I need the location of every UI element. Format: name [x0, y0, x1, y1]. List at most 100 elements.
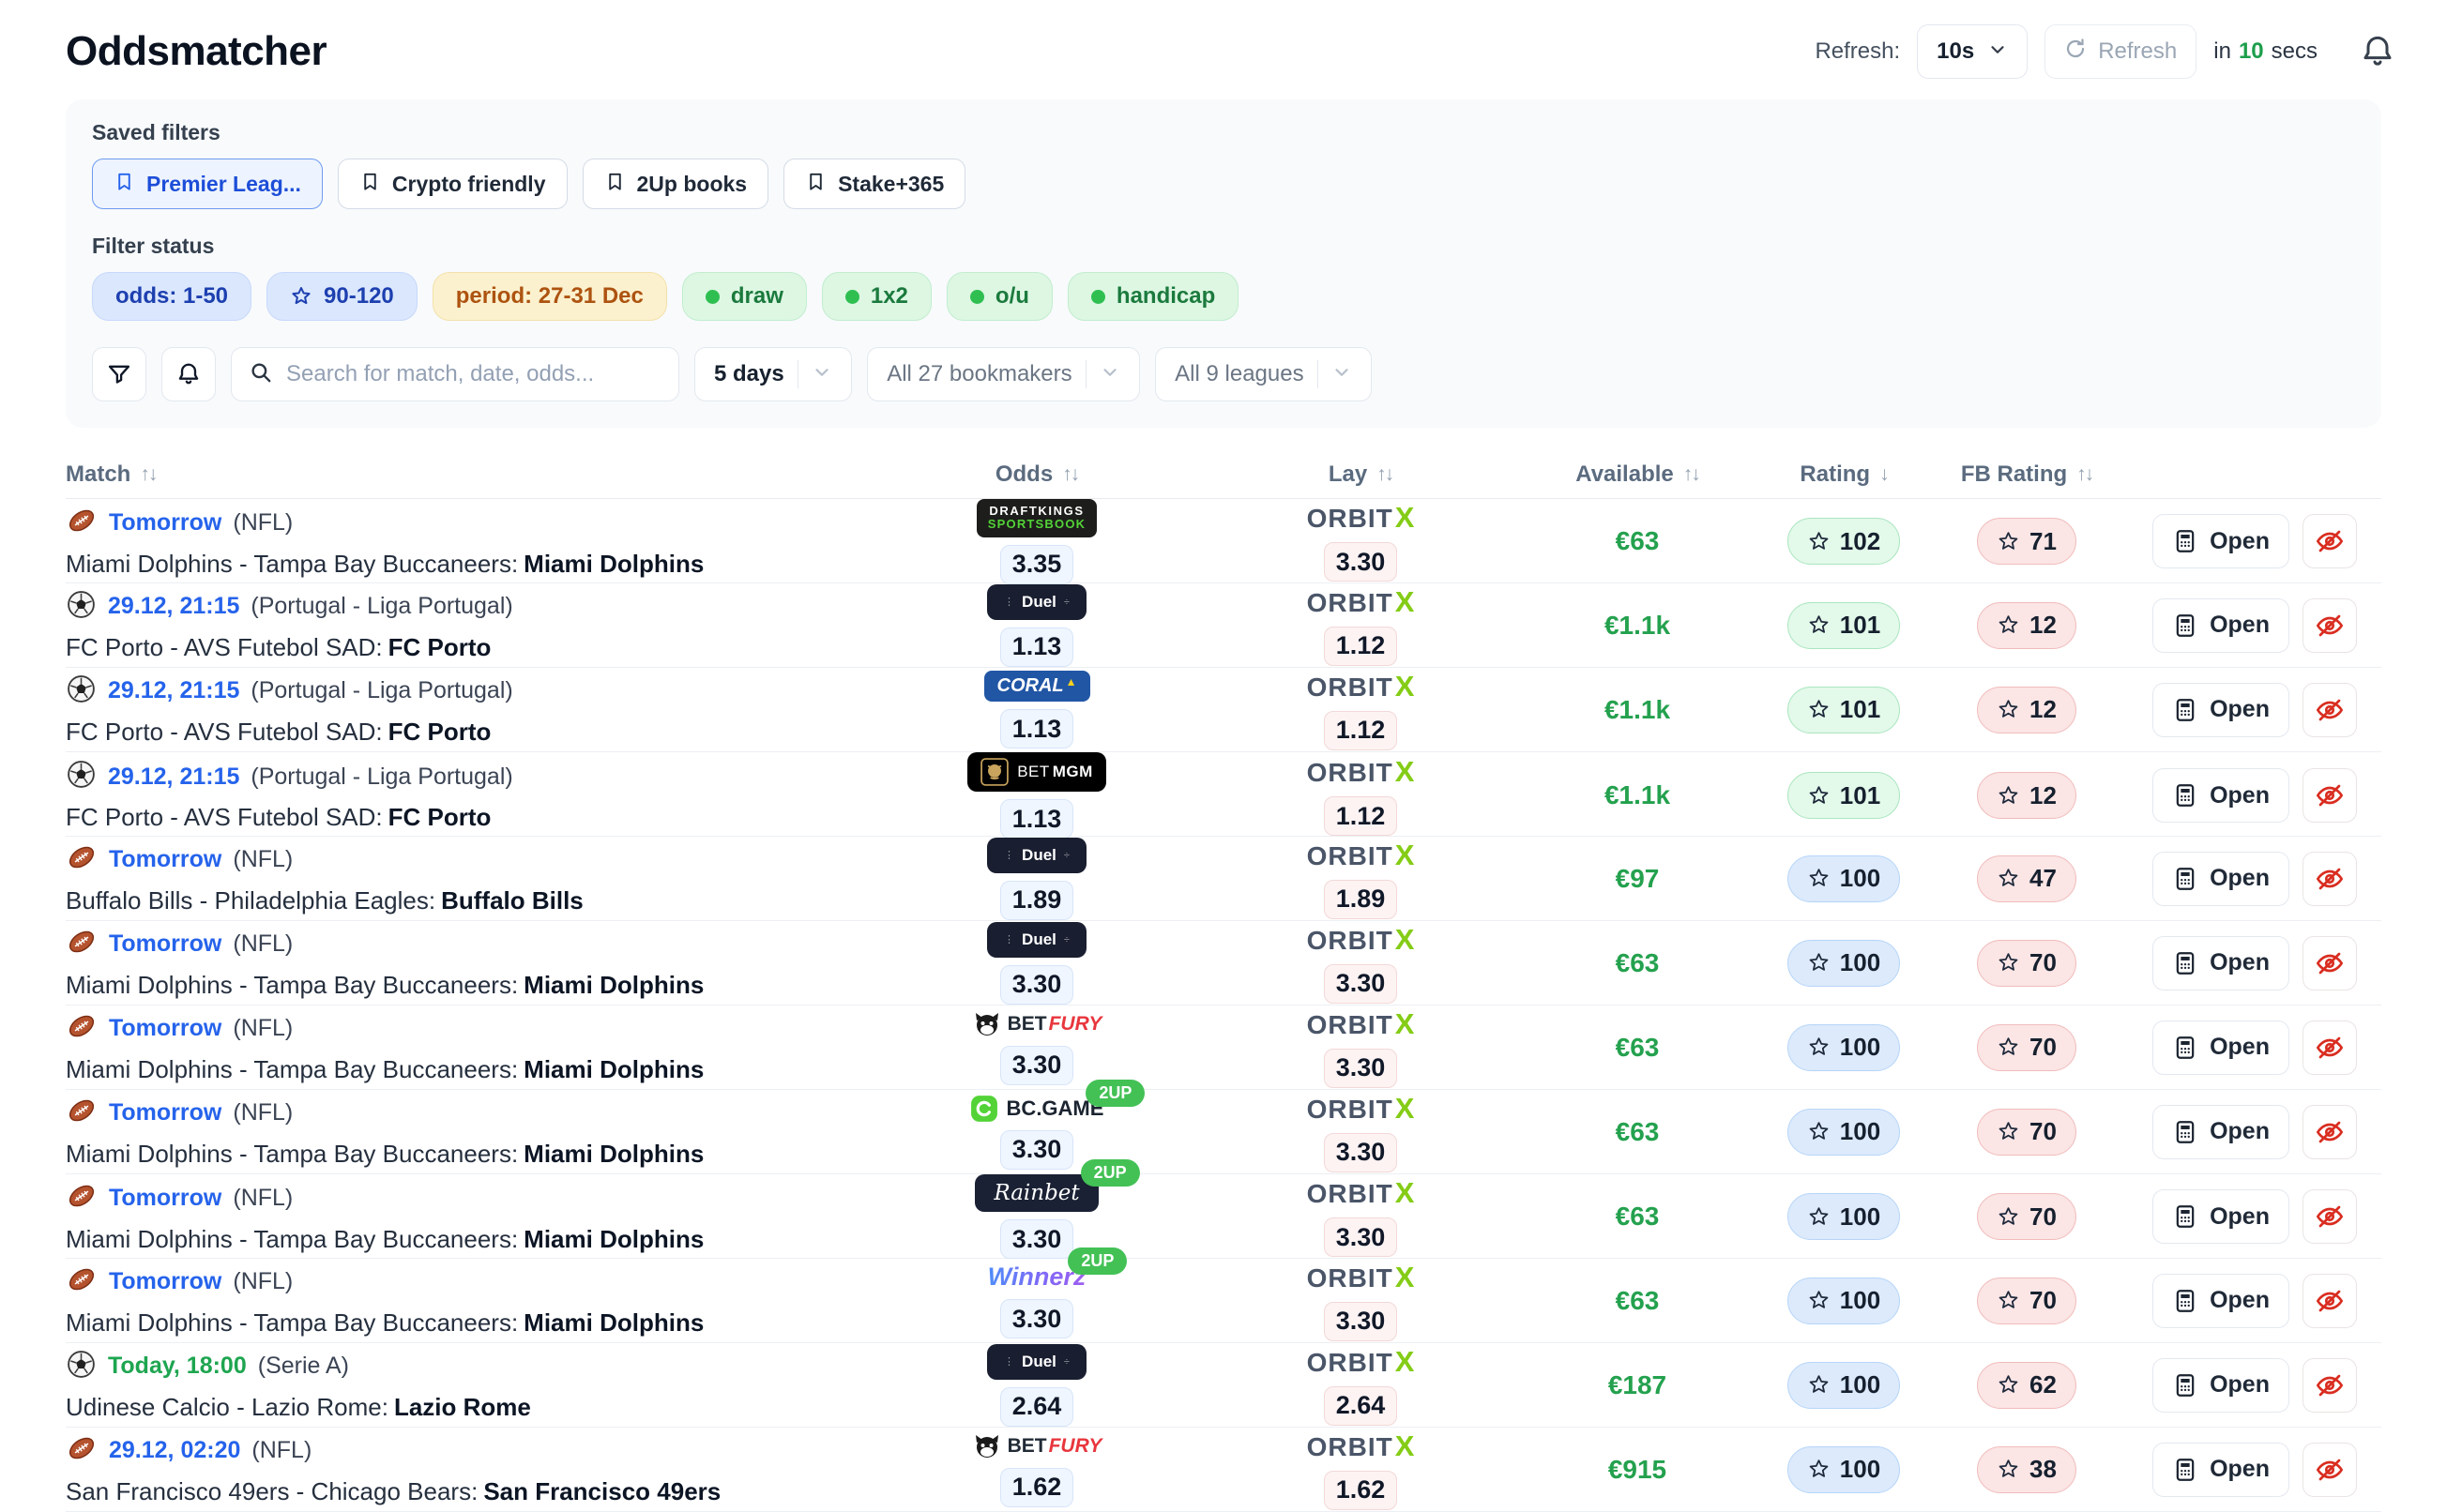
- lay-odds[interactable]: 1.62: [1324, 1471, 1398, 1510]
- filter-chip[interactable]: 90-120: [266, 272, 418, 321]
- rating-badge: 100: [1787, 855, 1900, 902]
- open-button[interactable]: Open: [2152, 1358, 2289, 1413]
- filter-chip[interactable]: handicap: [1068, 272, 1239, 321]
- open-button[interactable]: Open: [2152, 768, 2289, 823]
- saved-filter-button[interactable]: Crypto friendly: [338, 159, 568, 209]
- match-date-link[interactable]: 29.12, 02:20: [109, 1437, 240, 1464]
- filter-chip[interactable]: draw: [682, 272, 807, 321]
- column-header-available[interactable]: Available↑↓: [1529, 461, 1745, 488]
- lay-odds[interactable]: 1.89: [1324, 880, 1398, 919]
- filter-tools-row: 5 days All 27 bookmakers All 9 leagues: [92, 347, 2355, 401]
- fb-rating-value: 70: [2029, 948, 2057, 977]
- lay-odds[interactable]: 1.12: [1324, 627, 1398, 666]
- days-select[interactable]: 5 days: [694, 347, 852, 401]
- exchange-logo-orbitx: ORBITX: [1307, 1261, 1415, 1294]
- table-row: 29.12, 21:15 (Portugal - Liga Portugal) …: [66, 668, 2381, 752]
- back-odds[interactable]: 1.13: [1000, 709, 1074, 748]
- lay-odds[interactable]: 3.30: [1324, 1133, 1398, 1172]
- bookmakers-select[interactable]: All 27 bookmakers: [867, 347, 1140, 401]
- open-button[interactable]: Open: [2152, 1189, 2289, 1244]
- lay-odds[interactable]: 1.12: [1324, 796, 1398, 836]
- back-odds[interactable]: 3.35: [1000, 545, 1074, 584]
- match-date-link[interactable]: Tomorrow: [109, 1015, 221, 1042]
- match-date-link[interactable]: Tomorrow: [109, 930, 221, 958]
- open-button[interactable]: Open: [2152, 1021, 2289, 1075]
- open-button[interactable]: Open: [2152, 852, 2289, 906]
- exchange-logo-orbitx: ORBITX: [1307, 1176, 1415, 1210]
- hide-eye-off-button[interactable]: [2303, 1189, 2357, 1244]
- match-date-link[interactable]: 29.12, 21:15: [108, 764, 239, 791]
- hide-eye-off-button[interactable]: [2303, 1274, 2357, 1328]
- back-odds[interactable]: 2.64: [1000, 1387, 1074, 1427]
- column-header-rating[interactable]: Rating↓: [1745, 461, 1942, 488]
- refresh-button[interactable]: Refresh: [2044, 24, 2196, 79]
- back-odds[interactable]: 3.30: [1000, 1299, 1074, 1338]
- alerts-bell-button[interactable]: [161, 347, 216, 401]
- bookmark-icon: [114, 171, 135, 198]
- lay-odds[interactable]: 3.30: [1324, 1049, 1398, 1088]
- hide-eye-off-button[interactable]: [2303, 852, 2357, 906]
- match-selection: Lazio Rome: [394, 1393, 531, 1421]
- lay-odds[interactable]: 2.64: [1324, 1386, 1398, 1426]
- open-button[interactable]: Open: [2152, 1274, 2289, 1328]
- back-odds[interactable]: 1.62: [1000, 1468, 1074, 1507]
- filter-chip[interactable]: odds: 1-50: [92, 272, 251, 321]
- match-date-link[interactable]: Tomorrow: [109, 509, 221, 537]
- saved-filter-button[interactable]: Stake+365: [783, 159, 965, 209]
- open-button[interactable]: Open: [2152, 598, 2289, 653]
- refresh-interval-select[interactable]: 10s: [1917, 24, 2028, 79]
- match-date-link[interactable]: Tomorrow: [109, 846, 221, 873]
- match-date-link[interactable]: 29.12, 21:15: [108, 593, 239, 620]
- lay-odds[interactable]: 3.30: [1324, 964, 1398, 1004]
- available-amount: €97: [1616, 864, 1660, 894]
- back-odds[interactable]: 1.89: [1000, 881, 1074, 920]
- hide-eye-off-button[interactable]: [2303, 514, 2357, 568]
- back-odds[interactable]: 1.13: [1000, 627, 1074, 667]
- match-date-link[interactable]: 29.12, 21:15: [108, 677, 239, 704]
- filter-chip[interactable]: o/u: [947, 272, 1053, 321]
- filter-funnel-button[interactable]: [92, 347, 146, 401]
- hide-eye-off-button[interactable]: [2303, 1021, 2357, 1075]
- page-title: Oddsmatcher: [66, 28, 327, 75]
- hide-eye-off-button[interactable]: [2303, 768, 2357, 823]
- open-button[interactable]: Open: [2152, 936, 2289, 990]
- filter-chip[interactable]: 1x2: [822, 272, 932, 321]
- lay-odds[interactable]: 3.30: [1324, 542, 1398, 582]
- back-odds[interactable]: 3.30: [1000, 1046, 1074, 1085]
- back-odds[interactable]: 3.30: [1000, 1219, 1074, 1259]
- open-button[interactable]: Open: [2152, 1105, 2289, 1159]
- open-button[interactable]: Open: [2152, 514, 2289, 568]
- leagues-select[interactable]: All 9 leagues: [1155, 347, 1372, 401]
- lay-odds[interactable]: 3.30: [1324, 1217, 1398, 1257]
- hide-eye-off-button[interactable]: [2303, 1105, 2357, 1159]
- hide-eye-off-button[interactable]: [2303, 1443, 2357, 1497]
- saved-filter-button[interactable]: Premier Leag...: [92, 159, 323, 209]
- back-odds[interactable]: 1.13: [1000, 799, 1074, 839]
- saved-filter-button[interactable]: 2Up books: [583, 159, 769, 209]
- back-odds[interactable]: 3.30: [1000, 1130, 1074, 1170]
- match-date-link[interactable]: Tomorrow: [109, 1268, 221, 1295]
- hide-eye-off-button[interactable]: [2303, 683, 2357, 737]
- open-button[interactable]: Open: [2152, 1443, 2289, 1497]
- search-input[interactable]: [286, 361, 661, 387]
- hide-eye-off-button[interactable]: [2303, 1358, 2357, 1413]
- hide-eye-off-button[interactable]: [2303, 936, 2357, 990]
- match-date-link[interactable]: Tomorrow: [109, 1185, 221, 1212]
- hide-eye-off-button[interactable]: [2303, 598, 2357, 653]
- fb-rating-badge: 70: [1977, 1278, 2076, 1324]
- back-odds[interactable]: 3.30: [1000, 965, 1074, 1005]
- column-header-odds[interactable]: Odds↑↓: [882, 461, 1192, 488]
- filter-chip[interactable]: period: 27-31 Dec: [433, 272, 667, 321]
- column-header-lay[interactable]: Lay↑↓: [1192, 461, 1529, 488]
- rating-badge: 101: [1787, 602, 1900, 649]
- match-date-link[interactable]: Today, 18:00: [108, 1353, 247, 1380]
- column-header-fb-rating[interactable]: FB Rating↑↓: [1942, 461, 2111, 488]
- match-date-link[interactable]: Tomorrow: [109, 1099, 221, 1126]
- notifications-bell-icon[interactable]: [2359, 33, 2396, 70]
- lay-odds[interactable]: 1.12: [1324, 711, 1398, 750]
- column-header-match[interactable]: Match↑↓: [66, 461, 882, 488]
- eye-off-icon: [2315, 1033, 2345, 1063]
- open-button[interactable]: Open: [2152, 683, 2289, 737]
- rating-value: 101: [1840, 611, 1880, 640]
- lay-odds[interactable]: 3.30: [1324, 1302, 1398, 1341]
